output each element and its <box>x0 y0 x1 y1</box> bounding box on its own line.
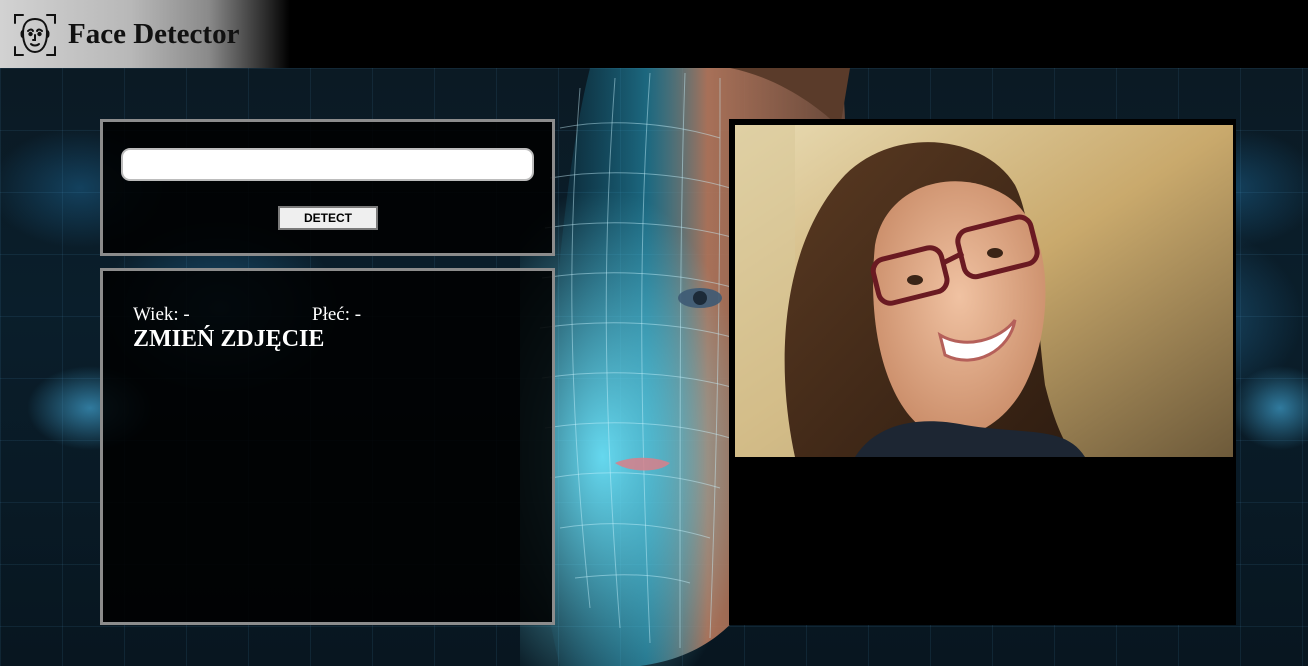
image-preview-panel <box>729 119 1236 625</box>
gender-value: - <box>354 304 362 325</box>
face-scan-icon <box>14 14 56 56</box>
image-url-input[interactable] <box>121 148 534 181</box>
detect-button[interactable]: DETECT <box>278 206 378 230</box>
app-title: Face Detector <box>68 18 240 50</box>
age-label: Wiek: <box>133 304 179 325</box>
gender-label: Płeć: <box>312 304 350 325</box>
change-photo-link[interactable]: ZMIEŃ ZDJĘCIE <box>133 326 324 353</box>
page: Face Detector DETECT Wiek: - Płeć: - ZMI… <box>0 0 1308 666</box>
age-result: Wiek: - <box>133 304 190 326</box>
results-panel: Wiek: - Płeć: - ZMIEŃ ZDJĘCIE <box>100 268 555 625</box>
portrait-photo <box>735 125 1233 457</box>
url-input-panel: DETECT <box>100 119 555 256</box>
gender-result: Płeć: - <box>312 304 361 326</box>
age-value: - <box>183 304 190 325</box>
brand: Face Detector <box>0 0 290 68</box>
header-bar: Face Detector <box>0 0 1308 68</box>
